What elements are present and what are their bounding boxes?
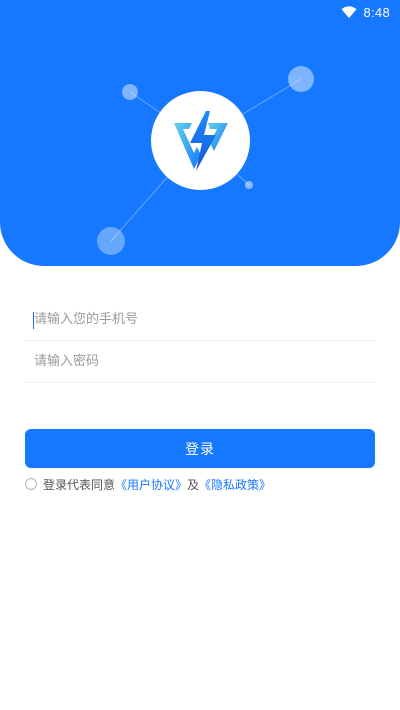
header-banner: 8:48 xyxy=(0,0,400,266)
decor-dot xyxy=(97,227,125,255)
agreement-prefix: 登录代表同意 xyxy=(43,477,116,492)
app-logo xyxy=(151,91,250,190)
user-agreement-link[interactable]: 《用户协议》 xyxy=(115,476,187,493)
password-field[interactable] xyxy=(25,341,375,383)
agreement-row: 登录代表同意 《用户协议》 及 《隐私政策》 xyxy=(25,475,271,493)
decor-dot xyxy=(288,66,314,92)
decor-dot xyxy=(245,181,253,189)
agreement-connector: 及 xyxy=(187,477,200,492)
text-cursor xyxy=(33,312,34,329)
phone-field[interactable] xyxy=(25,299,375,341)
phone-input[interactable] xyxy=(25,299,375,340)
login-button[interactable]: 登录 xyxy=(25,429,375,468)
password-input[interactable] xyxy=(25,341,375,382)
agreement-checkbox[interactable] xyxy=(25,478,37,490)
decor-dot xyxy=(122,84,138,100)
privacy-policy-link[interactable]: 《隐私政策》 xyxy=(199,476,271,493)
lightning-triangle-logo-icon xyxy=(173,110,228,171)
